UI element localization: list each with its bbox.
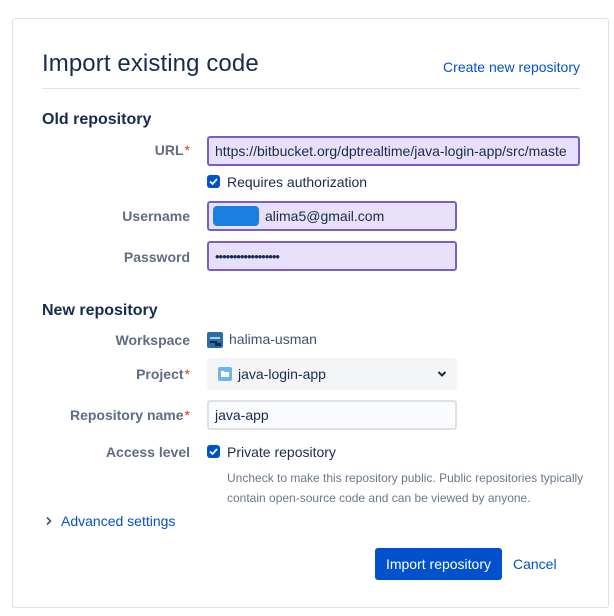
checkmark-icon <box>209 178 218 186</box>
import-repository-button[interactable]: Import repository <box>375 548 502 580</box>
chevron-down-icon <box>437 371 447 377</box>
required-marker: * <box>184 366 190 382</box>
project-label: Project* <box>0 366 190 382</box>
required-marker: * <box>184 142 190 158</box>
access-level-help-text: Uncheck to make this repository public. … <box>227 471 584 505</box>
repository-name-field[interactable]: java-app <box>207 400 457 430</box>
cancel-button[interactable]: Cancel <box>513 556 557 572</box>
username-label: Username <box>122 208 190 224</box>
workspace-value: halima-usman <box>229 331 317 347</box>
url-label-text: URL <box>154 142 184 158</box>
workspace-label: Workspace <box>115 332 190 348</box>
access-level-label: Access level <box>105 444 190 460</box>
advanced-settings-label: Advanced settings <box>61 513 176 529</box>
requires-authorization-label: Requires authorization <box>227 174 368 190</box>
checkmark-icon <box>209 448 218 456</box>
redaction-mark <box>213 206 259 226</box>
password-field[interactable]: •••••••••••••••••• <box>207 241 457 271</box>
requires-authorization-checkbox[interactable] <box>207 175 220 188</box>
create-new-repository-link[interactable]: Create new repository <box>443 59 580 75</box>
url-label: URL* <box>0 142 190 158</box>
chevron-right-icon <box>45 513 53 529</box>
project-select[interactable]: java-login-app <box>207 358 457 390</box>
advanced-settings-toggle[interactable]: Advanced settings <box>45 513 175 529</box>
required-marker: * <box>184 407 190 423</box>
private-repository-checkbox[interactable] <box>207 445 220 458</box>
repository-name-label: Repository name* <box>0 407 190 423</box>
project-label-text: Project <box>136 366 184 382</box>
old-repository-heading: Old repository <box>42 111 152 128</box>
private-repository-label: Private repository <box>227 444 336 460</box>
url-field[interactable]: https://bitbucket.org/dptrealtime/java-l… <box>207 136 580 166</box>
workspace-avatar-icon <box>207 332 223 348</box>
folder-icon <box>218 367 232 381</box>
repository-name-label-text: Repository name <box>69 407 184 423</box>
password-label: Password <box>123 249 190 265</box>
project-select-value: java-login-app <box>238 366 326 382</box>
page-title: Import existing code <box>42 50 259 77</box>
new-repository-heading: New repository <box>42 302 158 319</box>
divider <box>42 88 580 89</box>
